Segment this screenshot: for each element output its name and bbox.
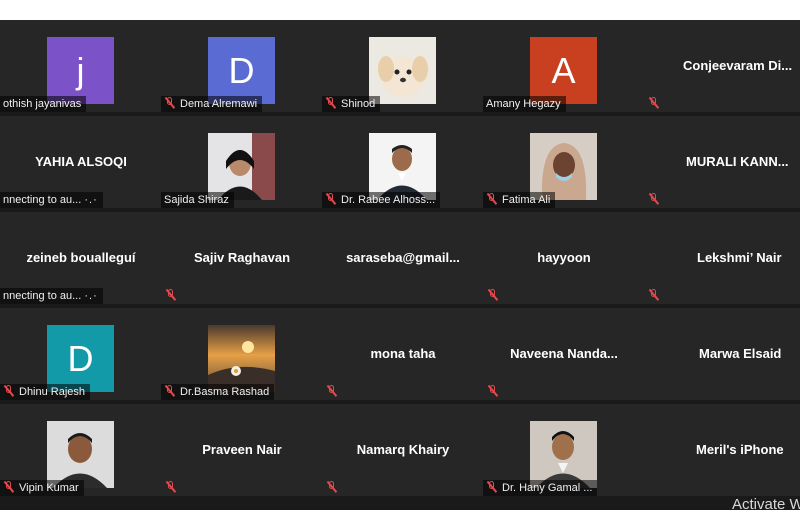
participant-tile[interactable]: Dr. Rabee Alhoss...	[322, 116, 484, 208]
participant-tile[interactable]: Dr.Basma Rashad	[161, 308, 323, 400]
participant-name-center: Naveena Nanda...	[510, 346, 618, 361]
participant-name: Dr.Basma Rashad	[161, 384, 275, 400]
video-gallery: j othish jayanivas D Dema Alremawi Shino…	[0, 20, 800, 510]
connecting-status: nnecting to au... ·.·	[0, 192, 103, 208]
participant-name: Amany Hegazy	[483, 96, 566, 112]
participant-name: Fatima Ali	[483, 192, 556, 208]
participant-name-center: Marwa Elsaid	[699, 346, 782, 361]
participant-name: Dema Alremawi	[161, 96, 263, 112]
muted-mic-icon	[165, 481, 176, 493]
participant-name-center: zeineb boualleguí	[26, 250, 136, 265]
muted-mic-icon	[326, 385, 337, 397]
participant-name-center: Meril's iPhone	[696, 442, 784, 457]
participant-tile[interactable]: D Dhinu Rajesh	[0, 308, 162, 400]
participant-name-center: MURALI KANN...	[686, 154, 789, 169]
loading-dots-icon: ·.·	[84, 290, 98, 302]
avatar: j	[47, 37, 114, 104]
participant-name-center: saraseba@gmail...	[346, 250, 460, 265]
muted-mic-icon	[648, 193, 659, 205]
muted-mic-icon	[325, 193, 336, 205]
participant-name: Shinod	[322, 96, 381, 112]
participant-tile[interactable]: Shinod	[322, 20, 484, 112]
participant-tile[interactable]: j othish jayanivas	[0, 20, 162, 112]
participant-name: Sajida Shiraz	[161, 192, 234, 208]
participant-tile[interactable]: A Amany Hegazy	[483, 20, 645, 112]
sunset-photo	[208, 325, 275, 392]
connecting-status: nnecting to au... ·.·	[0, 288, 103, 304]
participant-tile[interactable]: D Dema Alremawi	[161, 20, 323, 112]
muted-mic-icon	[487, 289, 498, 301]
muted-mic-icon	[325, 97, 336, 109]
muted-mic-icon	[164, 97, 175, 109]
participant-name-center: Namarq Khairy	[356, 442, 450, 457]
person-photo	[47, 421, 114, 488]
participant-name: Vipin Kumar	[0, 480, 84, 496]
muted-mic-icon	[326, 481, 337, 493]
participant-name-center: YAHIA ALSOQI	[35, 154, 127, 169]
muted-mic-icon	[648, 97, 659, 109]
participant-tile[interactable]: Conjeevaram Di...	[644, 20, 800, 112]
participant-tile[interactable]: zeineb boualleguí nnecting to au... ·.·	[0, 212, 162, 304]
participant-name: Dr. Hany Gamal ...	[483, 480, 598, 496]
participant-tile[interactable]: YAHIA ALSOQI nnecting to au... ·.·	[0, 116, 162, 208]
participant-tile[interactable]: Marwa Elsaid	[644, 308, 800, 400]
participant-tile[interactable]: Sajida Shiraz	[161, 116, 323, 208]
puppy-photo	[369, 37, 436, 104]
activation-watermark: Activate W	[732, 496, 800, 513]
participant-tile[interactable]: MURALI KANN...	[644, 116, 800, 208]
muted-mic-icon	[165, 289, 176, 301]
participant-tile[interactable]: Sajiv Raghavan	[161, 212, 323, 304]
participant-name: othish jayanivas	[0, 96, 87, 112]
muted-mic-icon	[3, 385, 14, 397]
muted-mic-icon	[648, 289, 659, 301]
participant-tile[interactable]: Meril's iPhone	[644, 404, 800, 496]
participant-tile[interactable]: hayyoon	[483, 212, 645, 304]
muted-mic-icon	[3, 481, 14, 493]
person-photo	[530, 421, 597, 488]
person-photo	[369, 133, 436, 200]
participant-name-center: Conjeevaram Di...	[683, 58, 793, 73]
participant-tile[interactable]: Naveena Nanda...	[483, 308, 645, 400]
participant-tile[interactable]: Dr. Hany Gamal ...	[483, 404, 645, 496]
avatar: D	[47, 325, 114, 392]
participant-name-center: Praveen Nair	[202, 442, 282, 457]
participant-tile[interactable]: Praveen Nair	[161, 404, 323, 496]
participant-tile[interactable]: saraseba@gmail...	[322, 212, 484, 304]
participant-name-center: mona taha	[370, 346, 436, 361]
participant-tile[interactable]: mona taha	[322, 308, 484, 400]
participant-name: Dhinu Rajesh	[0, 384, 91, 400]
avatar: D	[208, 37, 275, 104]
person-photo	[208, 133, 275, 200]
muted-mic-icon	[164, 385, 175, 397]
person-photo	[530, 133, 597, 200]
loading-dots-icon: ·.·	[84, 194, 98, 206]
participant-tile[interactable]: Fatima Ali	[483, 116, 645, 208]
participant-name: Dr. Rabee Alhoss...	[322, 192, 441, 208]
muted-mic-icon	[487, 385, 498, 397]
participant-tile[interactable]: Lekshmi’ Nair	[644, 212, 800, 304]
participant-name-center: Sajiv Raghavan	[193, 250, 291, 265]
muted-mic-icon	[486, 193, 497, 205]
participant-tile[interactable]: Vipin Kumar	[0, 404, 162, 496]
participant-name-center: hayyoon	[537, 250, 591, 265]
participant-name-center: Lekshmi’ Nair	[697, 250, 782, 265]
muted-mic-icon	[486, 481, 497, 493]
participant-tile[interactable]: Namarq Khairy	[322, 404, 484, 496]
avatar: A	[530, 37, 597, 104]
